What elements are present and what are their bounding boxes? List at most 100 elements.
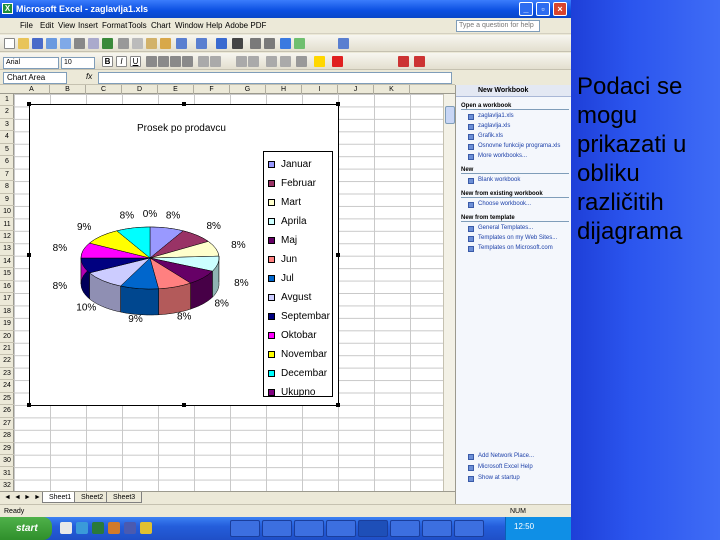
row-header[interactable]: 7	[0, 169, 14, 182]
legend-item[interactable]: Ukupno	[268, 383, 315, 402]
cut-icon[interactable]	[118, 38, 129, 49]
row-header[interactable]: 6	[0, 156, 14, 169]
fx-icon[interactable]: fx	[86, 72, 92, 81]
tab-sheet2[interactable]: Sheet2	[74, 492, 111, 503]
row-header[interactable]: 3	[0, 119, 14, 132]
menu-edit[interactable]: Edit	[40, 21, 54, 30]
task-pane-link[interactable]: Templates on Microsoft.com	[478, 245, 553, 251]
row-header[interactable]: 14	[0, 256, 14, 269]
row-header[interactable]: 25	[0, 393, 14, 406]
decrease-indent-icon[interactable]	[266, 56, 277, 67]
task-pane-link[interactable]: zaglavlja1.xls	[478, 113, 514, 119]
font-size-select[interactable]: 10	[61, 57, 95, 69]
sort-descending-icon[interactable]	[264, 38, 275, 49]
resize-handle-br[interactable]	[336, 403, 340, 407]
data-label[interactable]: 8%	[53, 243, 68, 254]
help-icon[interactable]	[338, 38, 349, 49]
italic-icon[interactable]: I	[116, 56, 127, 67]
chart-area[interactable]: 8% 8% 8% 8% 8% 8% 9% 10% 8% 8% 9% 8% 0% Prosek po pr…	[27, 102, 340, 407]
task-pane-link[interactable]: Templates on my Web Sites...	[478, 235, 557, 241]
currency-icon[interactable]	[198, 56, 209, 67]
row-header[interactable]: 2	[0, 106, 14, 119]
underline-icon[interactable]: U	[130, 56, 141, 67]
folder-icon[interactable]	[140, 522, 152, 534]
redo-icon[interactable]	[196, 38, 207, 49]
legend-item[interactable]: Novembar	[268, 345, 327, 364]
spelling-icon[interactable]	[102, 38, 113, 49]
resize-handle-right[interactable]	[336, 253, 340, 257]
column-header[interactable]: D	[122, 85, 158, 94]
menu-tools[interactable]: Tools	[128, 21, 147, 30]
chart-wizard-icon[interactable]	[280, 38, 291, 49]
merge-center-icon[interactable]	[182, 56, 193, 67]
new-icon[interactable]	[4, 38, 15, 49]
tab-sheet1[interactable]: Sheet1	[42, 492, 79, 503]
row-header[interactable]: 30	[0, 455, 14, 468]
row-header[interactable]: 15	[0, 268, 14, 281]
email-icon[interactable]	[60, 38, 71, 49]
menu-adobe-pdf[interactable]: Adobe PDF	[225, 21, 266, 30]
task-pane-link[interactable]: More workbooks...	[478, 153, 527, 159]
row-header[interactable]: 31	[0, 468, 14, 480]
open-icon[interactable]	[18, 38, 29, 49]
row-header[interactable]: 4	[0, 131, 14, 144]
align-right-icon[interactable]	[170, 56, 181, 67]
row-header[interactable]: 5	[0, 144, 14, 157]
column-header[interactable]: I	[302, 85, 338, 94]
row-header[interactable]: 28	[0, 430, 14, 443]
row-header[interactable]: 12	[0, 231, 14, 244]
start-button[interactable]: start	[0, 517, 52, 540]
data-label[interactable]: 8%	[166, 210, 181, 221]
menu-insert[interactable]: Insert	[78, 21, 98, 30]
row-header[interactable]: 13	[0, 243, 14, 256]
pdf-email-icon[interactable]	[414, 56, 425, 67]
excel-quick-icon[interactable]	[92, 522, 104, 534]
legend-item[interactable]: Jul	[268, 269, 294, 288]
column-header[interactable]: B	[50, 85, 86, 94]
permission-icon[interactable]	[46, 38, 57, 49]
last-sheet-arrow-icon[interactable]: ►	[34, 494, 41, 501]
data-label[interactable]: 8%	[177, 311, 192, 322]
data-label[interactable]: 8%	[231, 240, 246, 251]
task-pane-link[interactable]: Blank workbook	[478, 177, 520, 183]
legend-item[interactable]: Septembar	[268, 307, 330, 326]
legend-item[interactable]: Januar	[268, 155, 312, 174]
legend-item[interactable]: Jun	[268, 250, 297, 269]
prev-sheet-arrow-icon[interactable]: ◄	[14, 494, 21, 501]
pdf-icon[interactable]	[398, 56, 409, 67]
align-left-icon[interactable]	[146, 56, 157, 67]
increase-decimal-icon[interactable]	[236, 56, 247, 67]
copy-icon[interactable]	[132, 38, 143, 49]
taskbar-button-1[interactable]	[230, 520, 260, 537]
next-sheet-arrow-icon[interactable]: ►	[24, 494, 31, 501]
font-name-select[interactable]: Arial	[3, 57, 59, 69]
row-header[interactable]: 8	[0, 181, 14, 194]
row-header[interactable]: 20	[0, 331, 14, 343]
data-label[interactable]: 8%	[53, 281, 68, 292]
print-icon[interactable]	[74, 38, 85, 49]
task-pane-bottom-link[interactable]: Add Network Place...	[478, 453, 534, 459]
scroll-thumb[interactable]	[445, 106, 455, 124]
taskbar-button-4[interactable]	[326, 520, 356, 537]
task-pane-link[interactable]: Osnovne funkcije programa.xls	[478, 143, 560, 149]
column-header[interactable]: A	[14, 85, 50, 94]
pie-plot[interactable]: 8% 8% 8% 8% 8% 8% 9% 10% 8% 8% 9% 8% 0%	[30, 105, 260, 405]
formula-input[interactable]	[98, 72, 452, 84]
task-pane-link[interactable]: Grafik.xls	[478, 133, 503, 139]
row-header[interactable]: 19	[0, 318, 14, 331]
task-pane-bottom-link[interactable]: Microsoft Excel Help	[478, 464, 533, 470]
column-header[interactable]: E	[158, 85, 194, 94]
row-header[interactable]: 32	[0, 480, 14, 491]
row-header[interactable]: 10	[0, 206, 14, 219]
taskbar-button-7[interactable]	[422, 520, 452, 537]
taskbar-button-excel[interactable]	[358, 520, 388, 537]
row-header[interactable]: 11	[0, 219, 14, 231]
row-header[interactable]: 17	[0, 293, 14, 306]
row-header[interactable]: 16	[0, 281, 14, 294]
borders-icon[interactable]	[296, 56, 307, 67]
menu-file[interactable]: File	[20, 21, 33, 30]
row-header[interactable]: 18	[0, 306, 14, 319]
taskbar-button-8[interactable]	[454, 520, 484, 537]
word-icon[interactable]	[124, 522, 136, 534]
tab-sheet3[interactable]: Sheet3	[106, 492, 143, 503]
